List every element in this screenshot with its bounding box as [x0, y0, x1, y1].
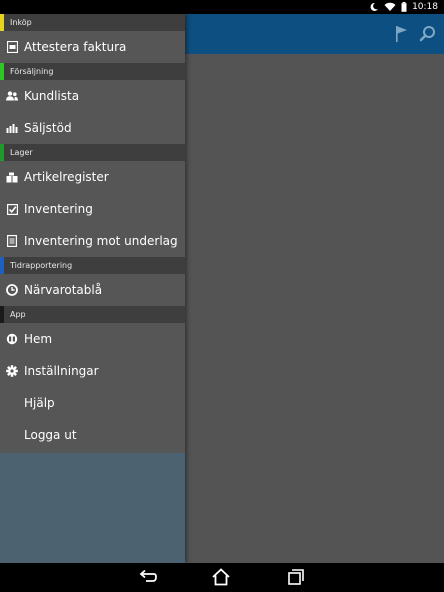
boxes-icon: [6, 171, 18, 183]
app-window: Inköp Attestera faktura Försäljning Kund…: [0, 14, 444, 563]
bar-chart-icon: [6, 122, 18, 134]
drawer-item-label: Inventering: [24, 202, 93, 216]
invoice-icon: [6, 41, 18, 53]
drawer-item-label: Kundlista: [24, 89, 80, 103]
section-header-app: App: [0, 306, 185, 323]
section-accent-bar: [0, 257, 4, 274]
drawer-item-attestera-faktura[interactable]: Attestera faktura: [0, 31, 185, 63]
section-title: App: [10, 310, 26, 319]
wifi-icon: [384, 2, 396, 12]
drawer-empty-area: [0, 453, 185, 563]
section-header-forsaljning: Försäljning: [0, 63, 185, 80]
drawer-item-saljstod[interactable]: Säljstöd: [0, 112, 185, 144]
drawer-item-label: Attestera faktura: [24, 40, 127, 54]
navigation-drawer: Inköp Attestera faktura Försäljning Kund…: [0, 14, 185, 563]
back-icon[interactable]: [138, 568, 158, 586]
drawer-item-hem[interactable]: Hem: [0, 323, 185, 355]
system-navigation-bar: [0, 563, 444, 592]
document-icon: [6, 235, 18, 247]
drawer-item-label: Säljstöd: [24, 121, 72, 135]
drawer-item-label: Artikelregister: [24, 170, 109, 184]
section-title: Lager: [10, 148, 33, 157]
drawer-item-logga-ut[interactable]: Logga ut: [0, 419, 185, 451]
battery-icon: [401, 2, 407, 12]
drawer-item-artikelregister[interactable]: Artikelregister: [0, 161, 185, 193]
drawer-item-inventering[interactable]: Inventering: [0, 193, 185, 225]
drawer-list: Inköp Attestera faktura Försäljning Kund…: [0, 14, 185, 451]
section-title: Inköp: [10, 18, 32, 27]
drawer-item-label: Inställningar: [24, 364, 99, 378]
home-icon[interactable]: [211, 568, 231, 586]
gear-icon: [6, 365, 18, 377]
clock-icon: [6, 284, 18, 296]
checkbox-icon: [6, 203, 18, 215]
section-accent-bar: [0, 144, 4, 161]
status-icons: 10:18: [369, 0, 438, 14]
section-title: Tidrapportering: [10, 261, 73, 270]
moon-icon: [369, 2, 379, 12]
status-time: 10:18: [412, 2, 438, 12]
search-icon[interactable]: [418, 24, 438, 44]
drawer-item-label: Hjälp: [24, 396, 55, 410]
drawer-item-kundlista[interactable]: Kundlista: [0, 80, 185, 112]
section-header-tidrapportering: Tidrapportering: [0, 257, 185, 274]
section-accent-bar: [0, 306, 4, 323]
section-accent-bar: [0, 14, 4, 31]
status-bar: 10:18: [0, 0, 444, 14]
drawer-item-label: Logga ut: [24, 428, 77, 442]
main-content: [185, 54, 444, 563]
people-icon: [6, 90, 18, 102]
recent-apps-icon[interactable]: [286, 568, 306, 586]
drawer-item-narvarotabla[interactable]: Närvarotablå: [0, 274, 185, 306]
section-title: Försäljning: [10, 67, 54, 76]
section-header-lager: Lager: [0, 144, 185, 161]
drawer-item-inventering-mot-underlag[interactable]: Inventering mot underlag: [0, 225, 185, 257]
section-accent-bar: [0, 63, 4, 80]
drawer-item-label: Inventering mot underlag: [24, 234, 178, 248]
drawer-item-label: Hem: [24, 332, 53, 346]
flag-icon[interactable]: [392, 24, 412, 44]
home-logo-icon: [6, 333, 18, 345]
drawer-item-label: Närvarotablå: [24, 283, 103, 297]
drawer-item-installningar[interactable]: Inställningar: [0, 355, 185, 387]
section-header-inkop: Inköp: [0, 14, 185, 31]
drawer-item-hjalp[interactable]: Hjälp: [0, 387, 185, 419]
